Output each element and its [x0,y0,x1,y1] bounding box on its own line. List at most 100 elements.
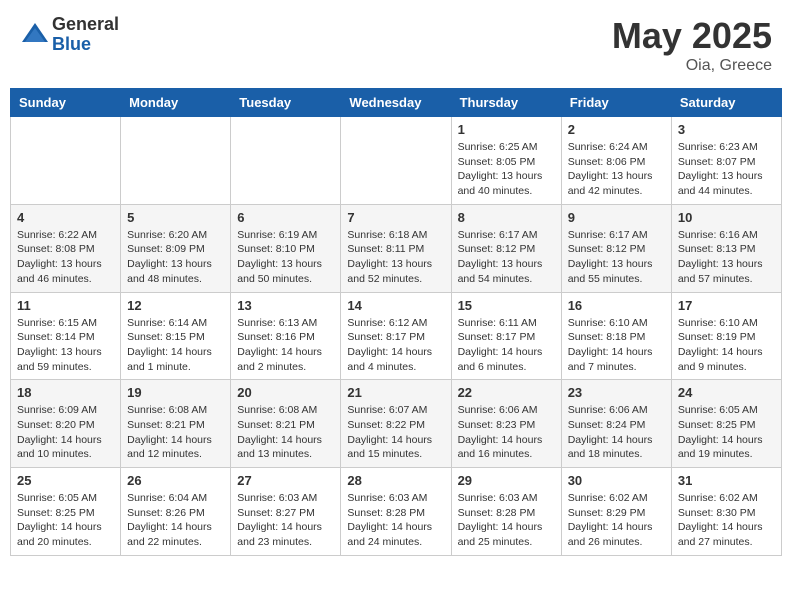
day-info: Sunrise: 6:10 AMSunset: 8:18 PMDaylight:… [568,316,665,375]
logo-icon [20,20,50,50]
day-number: 27 [237,473,334,488]
day-info: Sunrise: 6:03 AMSunset: 8:27 PMDaylight:… [237,491,334,550]
calendar-cell: 21 Sunrise: 6:07 AMSunset: 8:22 PMDayligh… [341,380,451,468]
month-year: May 2025 [612,15,772,57]
day-header-wednesday: Wednesday [341,89,451,117]
calendar-cell: 27 Sunrise: 6:03 AMSunset: 8:27 PMDayligh… [231,468,341,556]
day-number: 30 [568,473,665,488]
calendar-cell: 23 Sunrise: 6:06 AMSunset: 8:24 PMDayligh… [561,380,671,468]
day-number: 1 [458,122,555,137]
calendar-cell [231,117,341,205]
calendar-cell: 22Sunrise: 6:06 AMSunset: 8:23 PMDayligh… [451,380,561,468]
calendar-week-2: 4 Sunrise: 6:22 AMSunset: 8:08 PMDaylight… [11,204,782,292]
day-info: Sunrise: 6:14 AMSunset: 8:15 PMDaylight:… [127,316,224,375]
calendar-table: SundayMondayTuesdayWednesdayThursdayFrid… [10,88,782,556]
calendar-cell: 15Sunrise: 6:11 AMSunset: 8:17 PMDayligh… [451,292,561,380]
logo-text: General Blue [52,15,119,55]
day-info: Sunrise: 6:11 AMSunset: 8:17 PMDaylight:… [458,316,555,375]
day-number: 28 [347,473,444,488]
calendar-cell: 30 Sunrise: 6:02 AMSunset: 8:29 PMDayligh… [561,468,671,556]
calendar-cell: 17 Sunrise: 6:10 AMSunset: 8:19 PMDayligh… [671,292,781,380]
day-info: Sunrise: 6:08 AMSunset: 8:21 PMDaylight:… [237,403,334,462]
logo-blue: Blue [52,35,119,55]
calendar-cell: 10Sunrise: 6:16 AMSunset: 8:13 PMDayligh… [671,204,781,292]
day-info: Sunrise: 6:03 AMSunset: 8:28 PMDaylight:… [458,491,555,550]
location: Oia, Greece [612,57,772,75]
day-info: Sunrise: 6:15 AMSunset: 8:14 PMDaylight:… [17,316,114,375]
day-info: Sunrise: 6:18 AMSunset: 8:11 PMDaylight:… [347,228,444,287]
calendar-cell: 9 Sunrise: 6:17 AMSunset: 8:12 PMDaylight… [561,204,671,292]
day-number: 31 [678,473,775,488]
day-info: Sunrise: 6:19 AMSunset: 8:10 PMDaylight:… [237,228,334,287]
calendar-week-3: 11 Sunrise: 6:15 AMSunset: 8:14 PMDayligh… [11,292,782,380]
calendar-cell: 29 Sunrise: 6:03 AMSunset: 8:28 PMDayligh… [451,468,561,556]
day-number: 23 [568,385,665,400]
day-info: Sunrise: 6:05 AMSunset: 8:25 PMDaylight:… [678,403,775,462]
calendar-cell: 19 Sunrise: 6:08 AMSunset: 8:21 PMDayligh… [121,380,231,468]
calendar-cell: 7Sunrise: 6:18 AMSunset: 8:11 PMDaylight… [341,204,451,292]
calendar-cell: 28 Sunrise: 6:03 AMSunset: 8:28 PMDayligh… [341,468,451,556]
day-number: 11 [17,298,114,313]
day-info: Sunrise: 6:02 AMSunset: 8:30 PMDaylight:… [678,491,775,550]
day-info: Sunrise: 6:09 AMSunset: 8:20 PMDaylight:… [17,403,114,462]
day-header-sunday: Sunday [11,89,121,117]
calendar-cell [341,117,451,205]
calendar-cell: 20 Sunrise: 6:08 AMSunset: 8:21 PMDayligh… [231,380,341,468]
day-info: Sunrise: 6:17 AMSunset: 8:12 PMDaylight:… [458,228,555,287]
day-header-tuesday: Tuesday [231,89,341,117]
calendar-cell: 13Sunrise: 6:13 AMSunset: 8:16 PMDayligh… [231,292,341,380]
day-number: 10 [678,210,775,225]
day-info: Sunrise: 6:17 AMSunset: 8:12 PMDaylight:… [568,228,665,287]
calendar-cell: 25 Sunrise: 6:05 AMSunset: 8:25 PMDayligh… [11,468,121,556]
calendar-cell: 14Sunrise: 6:12 AMSunset: 8:17 PMDayligh… [341,292,451,380]
day-number: 14 [347,298,444,313]
calendar-week-1: 1 Sunrise: 6:25 AMSunset: 8:05 PMDaylight… [11,117,782,205]
day-number: 13 [237,298,334,313]
day-info: Sunrise: 6:10 AMSunset: 8:19 PMDaylight:… [678,316,775,375]
day-info: Sunrise: 6:03 AMSunset: 8:28 PMDaylight:… [347,491,444,550]
day-info: Sunrise: 6:05 AMSunset: 8:25 PMDaylight:… [17,491,114,550]
day-header-friday: Friday [561,89,671,117]
day-info: Sunrise: 6:08 AMSunset: 8:21 PMDaylight:… [127,403,224,462]
day-number: 22 [458,385,555,400]
calendar-header-row: SundayMondayTuesdayWednesdayThursdayFrid… [11,89,782,117]
day-number: 3 [678,122,775,137]
day-info: Sunrise: 6:22 AMSunset: 8:08 PMDaylight:… [17,228,114,287]
day-header-saturday: Saturday [671,89,781,117]
day-number: 29 [458,473,555,488]
page-header: General Blue May 2025 Oia, Greece [10,10,782,80]
day-info: Sunrise: 6:07 AMSunset: 8:22 PMDaylight:… [347,403,444,462]
title-block: May 2025 Oia, Greece [612,15,772,75]
day-number: 6 [237,210,334,225]
day-number: 18 [17,385,114,400]
day-number: 24 [678,385,775,400]
day-number: 26 [127,473,224,488]
day-number: 12 [127,298,224,313]
day-number: 25 [17,473,114,488]
calendar-week-4: 18 Sunrise: 6:09 AMSunset: 8:20 PMDayligh… [11,380,782,468]
day-number: 5 [127,210,224,225]
day-info: Sunrise: 6:24 AMSunset: 8:06 PMDaylight:… [568,140,665,199]
calendar-cell: 12 Sunrise: 6:14 AMSunset: 8:15 PMDayligh… [121,292,231,380]
day-info: Sunrise: 6:06 AMSunset: 8:24 PMDaylight:… [568,403,665,462]
calendar-cell: 4 Sunrise: 6:22 AMSunset: 8:08 PMDaylight… [11,204,121,292]
day-number: 4 [17,210,114,225]
calendar-cell: 1 Sunrise: 6:25 AMSunset: 8:05 PMDaylight… [451,117,561,205]
day-number: 2 [568,122,665,137]
day-number: 21 [347,385,444,400]
day-info: Sunrise: 6:02 AMSunset: 8:29 PMDaylight:… [568,491,665,550]
day-header-monday: Monday [121,89,231,117]
day-info: Sunrise: 6:25 AMSunset: 8:05 PMDaylight:… [458,140,555,199]
day-number: 20 [237,385,334,400]
calendar-cell: 5 Sunrise: 6:20 AMSunset: 8:09 PMDaylight… [121,204,231,292]
calendar-week-5: 25 Sunrise: 6:05 AMSunset: 8:25 PMDayligh… [11,468,782,556]
day-number: 9 [568,210,665,225]
calendar-cell: 6 Sunrise: 6:19 AMSunset: 8:10 PMDaylight… [231,204,341,292]
day-header-thursday: Thursday [451,89,561,117]
calendar-cell: 2 Sunrise: 6:24 AMSunset: 8:06 PMDaylight… [561,117,671,205]
day-number: 19 [127,385,224,400]
day-number: 17 [678,298,775,313]
calendar-cell: 18 Sunrise: 6:09 AMSunset: 8:20 PMDayligh… [11,380,121,468]
day-info: Sunrise: 6:20 AMSunset: 8:09 PMDaylight:… [127,228,224,287]
day-info: Sunrise: 6:04 AMSunset: 8:26 PMDaylight:… [127,491,224,550]
